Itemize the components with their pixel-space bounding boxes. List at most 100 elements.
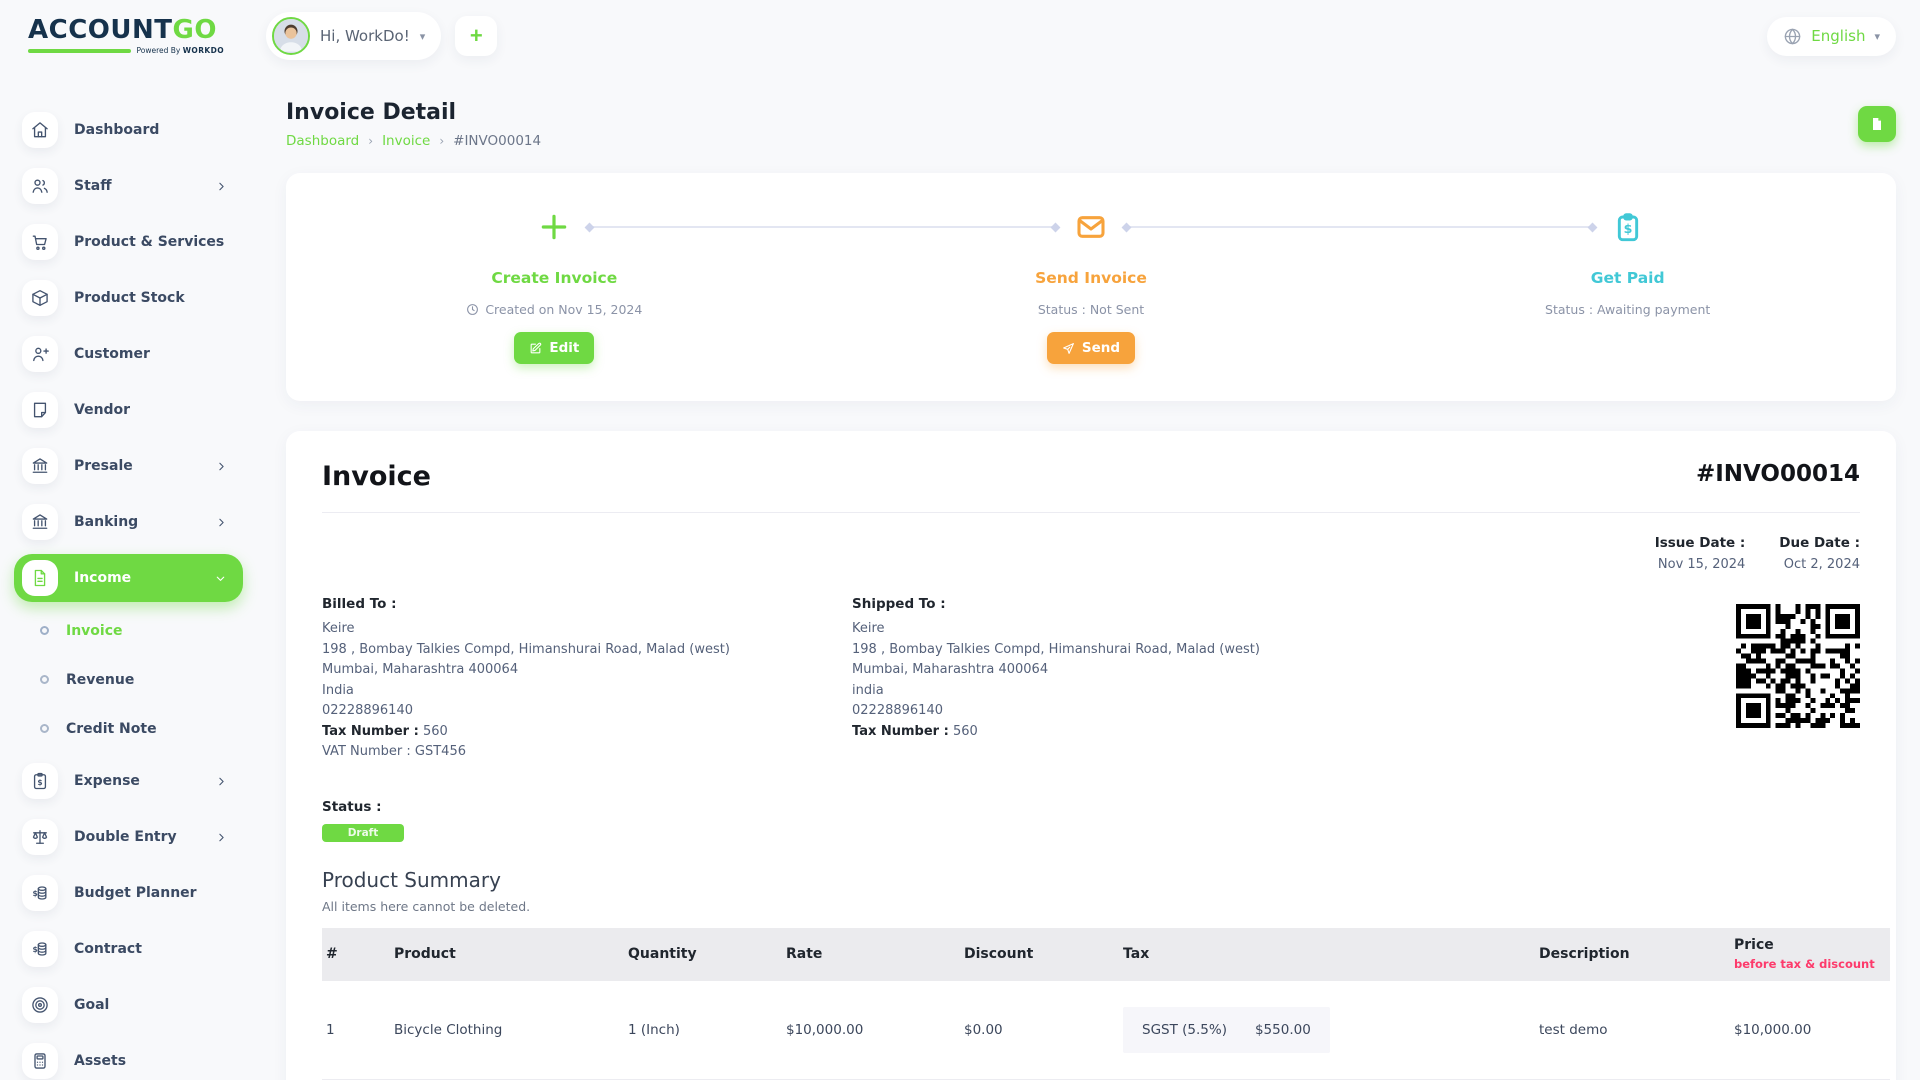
step-title: Send Invoice [1035,269,1147,287]
sidebar-item-label: Customer [74,346,150,362]
sidebar-item-invoice[interactable]: Invoice [0,606,262,655]
sidebar-item-presale[interactable]: Presale [0,438,262,494]
breadcrumb-dashboard[interactable]: Dashboard [286,133,359,149]
paper-plane-icon [1062,342,1075,355]
home-icon [22,112,58,148]
product-summary-title: Product Summary [322,868,1860,892]
sidebar-item-dashboard[interactable]: Dashboard [0,102,262,158]
chevron-down-icon: ▾ [1874,30,1880,43]
sidebar-item-customer[interactable]: Customer [0,326,262,382]
edit-button[interactable]: Edit [514,332,594,364]
sidebar-item-credit-note[interactable]: Credit Note [0,704,262,753]
sidebar-subitem-label: Revenue [66,672,134,688]
pencil-icon [529,342,542,355]
issue-date-label: Issue Date : [1655,535,1746,551]
sidebar-item-label: Product Stock [74,290,185,306]
file-icon [22,560,58,596]
invoice-number: #INVO00014 [1696,461,1860,487]
sidebar-item-banking[interactable]: Banking [0,494,262,550]
export-document-button[interactable] [1858,106,1896,142]
bullet-icon [40,724,49,733]
chevron-icon [215,180,228,193]
plus-icon [528,207,580,247]
step-connector [588,226,1057,228]
shipped-to-address2: Mumbai, Maharashtra 400064 [852,660,1736,681]
col-description: Description [1535,928,1730,981]
users-icon [22,168,58,204]
step-meta-text: Status : Not Sent [1038,302,1144,317]
cell-price: $10,000.00 [1730,981,1890,1080]
billed-to-block: Billed To : Keire 198 , Bombay Talkies C… [322,596,852,763]
sidebar-item-label: Staff [74,178,112,194]
cell-quantity: 1 (Inch) [624,981,782,1080]
sidebar-item-label: Goal [74,997,109,1013]
billed-to-name: Keire [322,619,852,640]
sidebar-item-income[interactable]: Income [14,554,243,602]
cell-discount: $0.00 [960,981,1119,1080]
sidebar-item-revenue[interactable]: Revenue [0,655,262,704]
sidebar-item-double-entry[interactable]: Double Entry [0,809,262,865]
sidebar-item-label: Banking [74,514,138,530]
sidebar-item-contract[interactable]: $ Contract [0,921,262,977]
cell-num: 1 [322,981,390,1080]
paid-clipboard-icon: $ [1602,207,1654,247]
globe-icon [1783,27,1802,46]
sidebar-item-label: Vendor [74,402,130,418]
sidebar-item-label: Income [74,570,131,586]
sidebar-item-label: Presale [74,458,133,474]
calculator-icon [22,1043,58,1079]
breadcrumb-invoice[interactable]: Invoice [382,133,430,149]
due-date-value: Oct 2, 2024 [1779,557,1860,572]
step-send-invoice: Send Invoice Status : Not Sent Send [823,207,1360,364]
sidebar-item-budget-planner[interactable]: $ Budget Planner [0,865,262,921]
col-product: Product [390,928,624,981]
user-plus-icon [22,336,58,372]
sidebar-item-assets[interactable]: Assets [0,1033,262,1080]
cart-icon [22,224,58,260]
sidebar-item-staff[interactable]: Staff [0,158,262,214]
chevron-right-icon: › [368,134,373,148]
chevron-icon [215,831,228,844]
status-badge: Draft [322,824,404,842]
sidebar-item-expense[interactable]: $ Expense [0,753,262,809]
breadcrumb-current: #INVO00014 [453,133,541,149]
sidebar: Dashboard Staff Product & Services Produ… [0,72,262,1080]
shipped-to-name: Keire [852,619,1736,640]
send-button[interactable]: Send [1047,332,1135,364]
product-summary-subtitle: All items here cannot be deleted. [322,899,1860,914]
avatar [272,17,310,55]
sidebar-item-product-services[interactable]: Product & Services [0,214,262,270]
breadcrumb: Dashboard › Invoice › #INVO00014 [286,133,541,149]
chevron-icon [215,775,228,788]
app-logo[interactable]: ACCOUNTGO Powered By WORKDO [28,17,266,55]
sidebar-item-label: Double Entry [74,829,177,845]
sidebar-item-product-stock[interactable]: Product Stock [0,270,262,326]
user-menu[interactable]: Hi, WorkDo! ▾ [266,12,441,60]
bank-icon [22,448,58,484]
shipped-to-country: india [852,681,1736,702]
invoice-card: Invoice #INVO00014 Issue Date : Nov 15, … [286,431,1896,1080]
price-note: before tax & discount [1734,957,1886,971]
clock-icon [466,303,479,316]
add-button[interactable]: + [455,16,497,56]
logo-text-primary: ACCOUNT [28,15,173,45]
topbar: ACCOUNTGO Powered By WORKDO Hi, WorkDo! … [0,0,1920,72]
product-table: # Product Quantity Rate Discount Tax Des… [322,928,1890,1080]
col-tax: Tax [1119,928,1535,981]
sidebar-item-label: Assets [74,1053,126,1069]
cube-icon [22,280,58,316]
language-selector[interactable]: English ▾ [1767,17,1896,56]
chevron-icon [215,516,228,529]
chevron-right-icon: › [439,134,444,148]
sidebar-item-goal[interactable]: Goal [0,977,262,1033]
step-meta-text: Created on Nov 15, 2024 [485,302,642,317]
target-icon [22,987,58,1023]
sidebar-item-label: Dashboard [74,122,159,138]
billed-to-address1: 198 , Bombay Talkies Compd, Himanshurai … [322,640,852,661]
sidebar-item-label: Product & Services [74,234,224,250]
chevron-icon [214,572,227,585]
process-steps: Create Invoice Created on Nov 15, 2024 E… [286,173,1896,364]
billed-to-country: India [322,681,852,702]
sidebar-item-vendor[interactable]: Vendor [0,382,262,438]
col-quantity: Quantity [624,928,782,981]
